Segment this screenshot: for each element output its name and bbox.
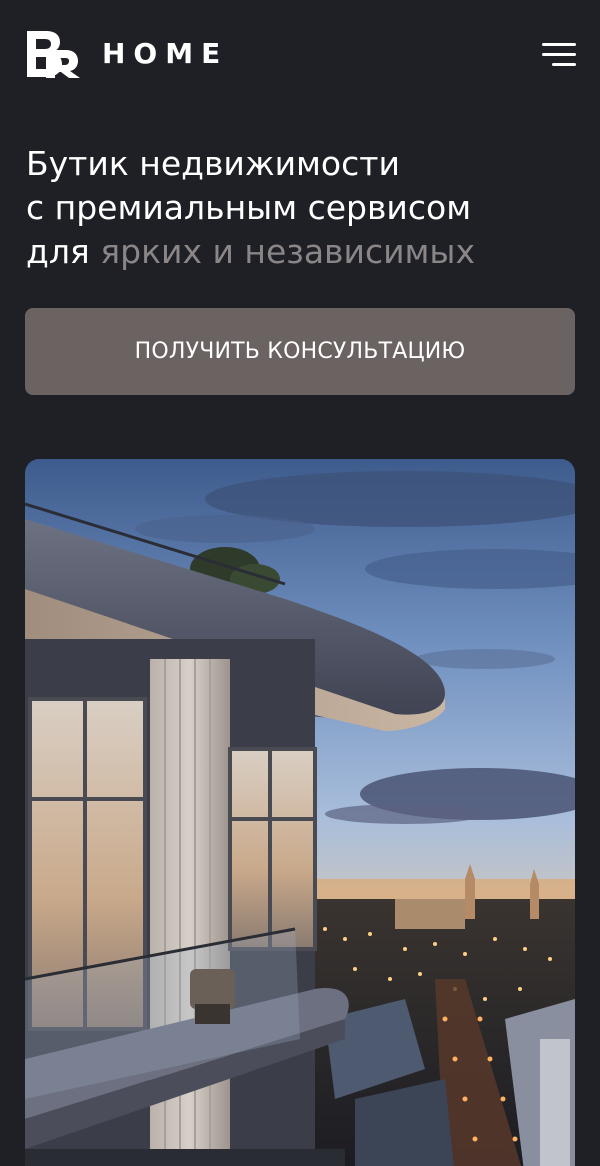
hero-title-prefix: для [26,232,90,271]
hero-title-accent: ярких и независимых [100,232,476,271]
hero-image-building-city-view [25,459,575,1166]
logo[interactable]: HOME [24,28,228,80]
get-consultation-button[interactable]: ПОЛУЧИТЬ КОНСУЛЬТАЦИЮ [25,308,575,395]
menu-line [552,63,576,66]
hamburger-menu-icon[interactable] [542,40,576,70]
logo-text: HOME [102,37,229,70]
br-logo-mark [27,31,80,78]
menu-line [542,53,576,56]
menu-line [542,43,576,46]
site-header: HOME [0,0,600,110]
hero-title: Бутик недвижимости с премиальным сервисо… [26,142,586,274]
hero-title-line-1: Бутик недвижимости [26,144,400,183]
hero-title-line-2: с премиальным сервисом [26,188,472,227]
hero-title-line-3: для ярких и независимых [26,230,586,274]
